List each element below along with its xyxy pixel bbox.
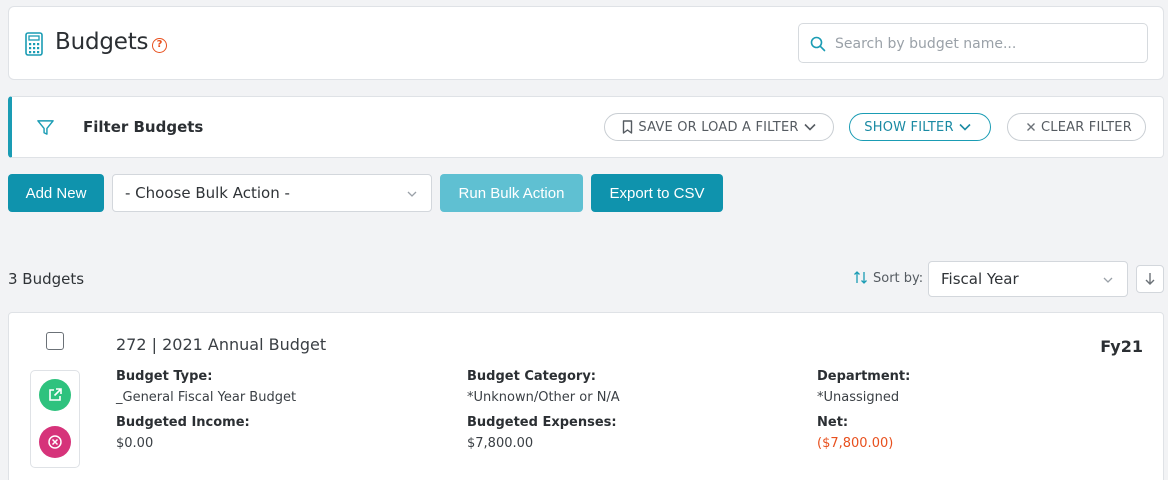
export-csv-button[interactable]: Export to CSV bbox=[591, 174, 723, 212]
budgeted-income-value: $0.00 bbox=[116, 436, 154, 451]
budget-type-label: Budget Type: bbox=[116, 369, 213, 384]
bulk-action-select[interactable]: - Choose Bulk Action - bbox=[112, 174, 432, 212]
sort-direction-button[interactable] bbox=[1136, 265, 1164, 293]
help-circle-icon[interactable]: ? bbox=[152, 38, 167, 53]
arrow-down-icon bbox=[1145, 273, 1155, 285]
row-checkbox[interactable] bbox=[46, 332, 64, 350]
bulk-action-value: - Choose Bulk Action - bbox=[125, 184, 290, 202]
budget-type-value: _General Fiscal Year Budget bbox=[116, 390, 297, 405]
budget-name-link[interactable]: 272 | 2021 Annual Budget bbox=[116, 335, 326, 354]
filter-title: Filter Budgets bbox=[83, 118, 204, 136]
add-new-button[interactable]: Add New bbox=[8, 174, 104, 212]
budget-category-label: Budget Category: bbox=[467, 369, 596, 384]
show-filter-label: SHOW FILTER bbox=[864, 119, 954, 135]
page-title: Budgets bbox=[55, 29, 149, 55]
budgeted-expenses-label: Budgeted Expenses: bbox=[467, 415, 617, 430]
save-load-filter-label: SAVE OR LOAD A FILTER bbox=[638, 119, 799, 135]
chevron-down-icon bbox=[1103, 277, 1113, 283]
close-icon bbox=[1027, 123, 1036, 131]
open-budget-button[interactable] bbox=[39, 379, 71, 411]
delete-budget-button[interactable] bbox=[39, 426, 71, 458]
budget-count: 3 Budgets bbox=[8, 270, 85, 288]
bookmark-icon bbox=[623, 120, 633, 134]
filter-bar: Filter Budgets SAVE OR LOAD A FILTER SHO… bbox=[8, 96, 1164, 158]
external-link-icon bbox=[49, 388, 62, 401]
chevron-down-icon bbox=[804, 123, 816, 131]
sort-select[interactable]: Fiscal Year bbox=[928, 261, 1128, 297]
net-value: ($7,800.00) bbox=[817, 436, 894, 451]
department-value: *Unassigned bbox=[817, 390, 900, 405]
clear-filter-button[interactable]: CLEAR FILTER bbox=[1007, 113, 1146, 141]
budget-card: 272 | 2021 Annual Budget Fy21 Budget Typ… bbox=[8, 312, 1164, 480]
show-filter-button[interactable]: SHOW FILTER bbox=[849, 113, 991, 141]
chevron-down-icon bbox=[959, 123, 971, 131]
sort-arrows-icon bbox=[854, 271, 867, 284]
sort-by-label: Sort by: bbox=[873, 271, 924, 286]
department-label: Department: bbox=[817, 369, 911, 384]
search-box[interactable] bbox=[798, 23, 1148, 63]
sort-value: Fiscal Year bbox=[941, 270, 1019, 288]
net-label: Net: bbox=[817, 415, 849, 430]
search-input[interactable] bbox=[835, 32, 1135, 56]
budgeted-expenses-value: $7,800.00 bbox=[467, 436, 534, 451]
funnel-icon[interactable] bbox=[36, 118, 55, 137]
budgeted-income-label: Budgeted Income: bbox=[116, 415, 250, 430]
search-icon bbox=[810, 36, 826, 52]
page-header: Budgets ? bbox=[8, 6, 1164, 80]
calculator-icon bbox=[25, 32, 43, 56]
run-bulk-action-button[interactable]: Run Bulk Action bbox=[440, 174, 583, 212]
chevron-down-icon bbox=[407, 191, 417, 197]
save-load-filter-button[interactable]: SAVE OR LOAD A FILTER bbox=[604, 113, 834, 141]
clear-filter-label: CLEAR FILTER bbox=[1041, 119, 1132, 135]
close-circle-icon bbox=[48, 435, 62, 449]
budget-category-value: *Unknown/Other or N/A bbox=[467, 390, 620, 405]
row-action-group bbox=[30, 370, 80, 468]
fiscal-year-tag: Fy21 bbox=[1100, 337, 1143, 356]
